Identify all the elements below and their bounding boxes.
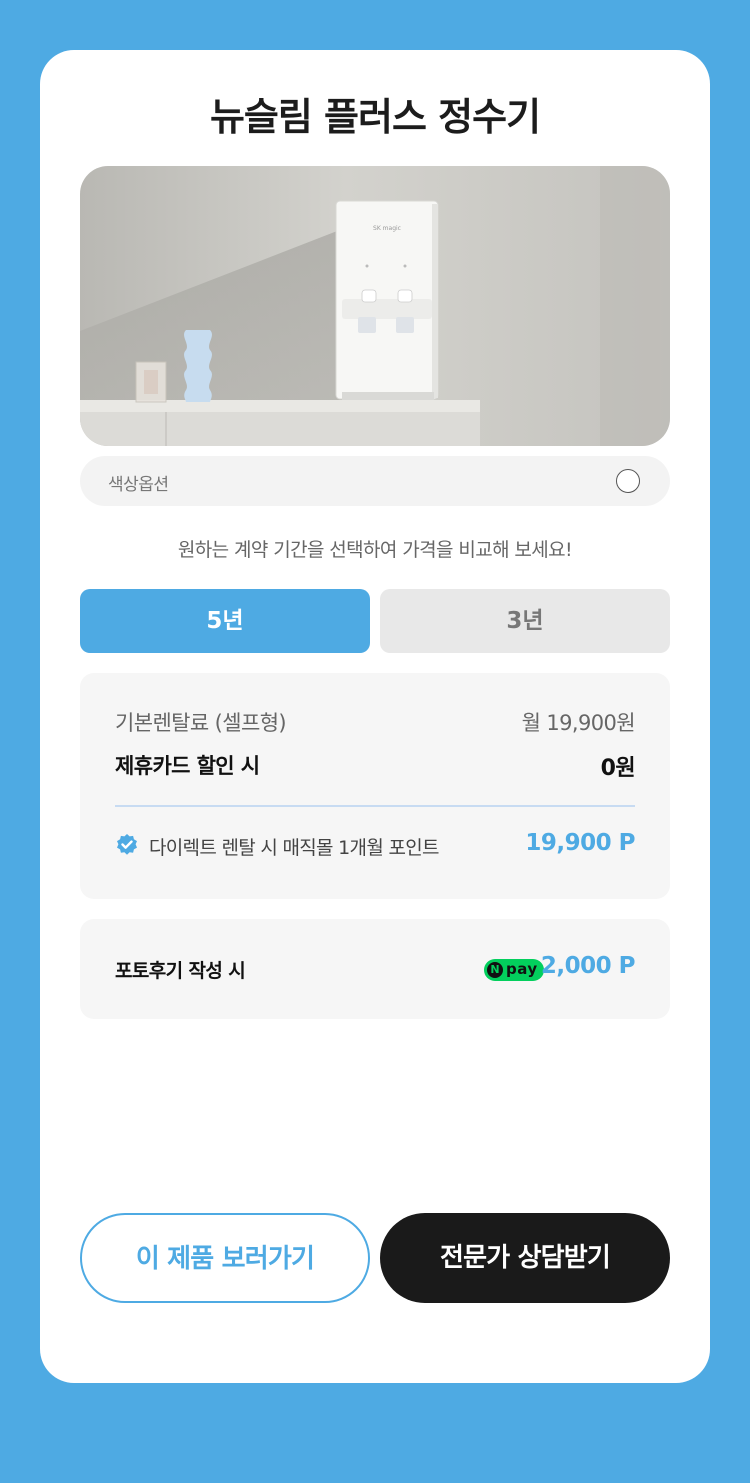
- review-label: 포토후기 작성 시: [115, 960, 246, 982]
- price-summary: 기본렌탈료 (셀프형) 월 19,900원 제휴카드 할인 시 0원 다이렉트 …: [80, 673, 670, 899]
- base-rental-label: 기본렌탈료 (셀프형): [115, 711, 287, 735]
- card-discount-label: 제휴카드 할인 시: [115, 754, 260, 778]
- point-row: 다이렉트 렌탈 시 매직몰 1개월 포인트 19,900 P: [115, 830, 635, 860]
- base-rental-value: 월 19,900원: [521, 711, 636, 735]
- page-title: 뉴슬림 플러스 정수기: [209, 95, 541, 139]
- product-card: 뉴슬림 플러스 정수기 SK magic 색상옵션 원하는 계약 기간을 선택하…: [40, 50, 710, 1383]
- contract-hint: 원하는 계약 기간을 선택하여 가격을 비교해 보세요!: [177, 539, 573, 561]
- svg-text:SK magic: SK magic: [373, 225, 401, 232]
- view-product-button[interactable]: 이 제품 보러가기: [80, 1213, 370, 1303]
- water-purifier-image: SK magic: [80, 166, 670, 446]
- color-swatch-white[interactable]: [616, 469, 640, 493]
- base-rental-row: 기본렌탈료 (셀프형) 월 19,900원: [115, 707, 636, 737]
- expert-consult-button[interactable]: 전문가 상담받기: [380, 1213, 670, 1303]
- verified-check-icon: [117, 834, 137, 855]
- color-option-selector[interactable]: 색상옵션: [80, 456, 670, 506]
- color-option-label: 색상옵션: [108, 475, 169, 495]
- npay-n-mark: N: [487, 962, 503, 978]
- npay-pay-text: pay: [506, 960, 538, 978]
- price-divider: [115, 805, 635, 807]
- point-value: 19,900 P: [525, 830, 635, 856]
- card-discount-row: 제휴카드 할인 시 0원: [115, 750, 636, 781]
- npay-logo-icon: N pay: [484, 959, 544, 981]
- tab-5-years[interactable]: 5년: [80, 589, 370, 653]
- point-label: 다이렉트 렌탈 시 매직몰 1개월 포인트: [149, 837, 439, 859]
- tab-3-years[interactable]: 3년: [380, 589, 670, 653]
- card-discount-value: 0원: [600, 756, 636, 781]
- photo-review-reward: 포토후기 작성 시 N pay 2,000 P: [80, 919, 670, 1019]
- review-value: 2,000 P: [540, 953, 636, 979]
